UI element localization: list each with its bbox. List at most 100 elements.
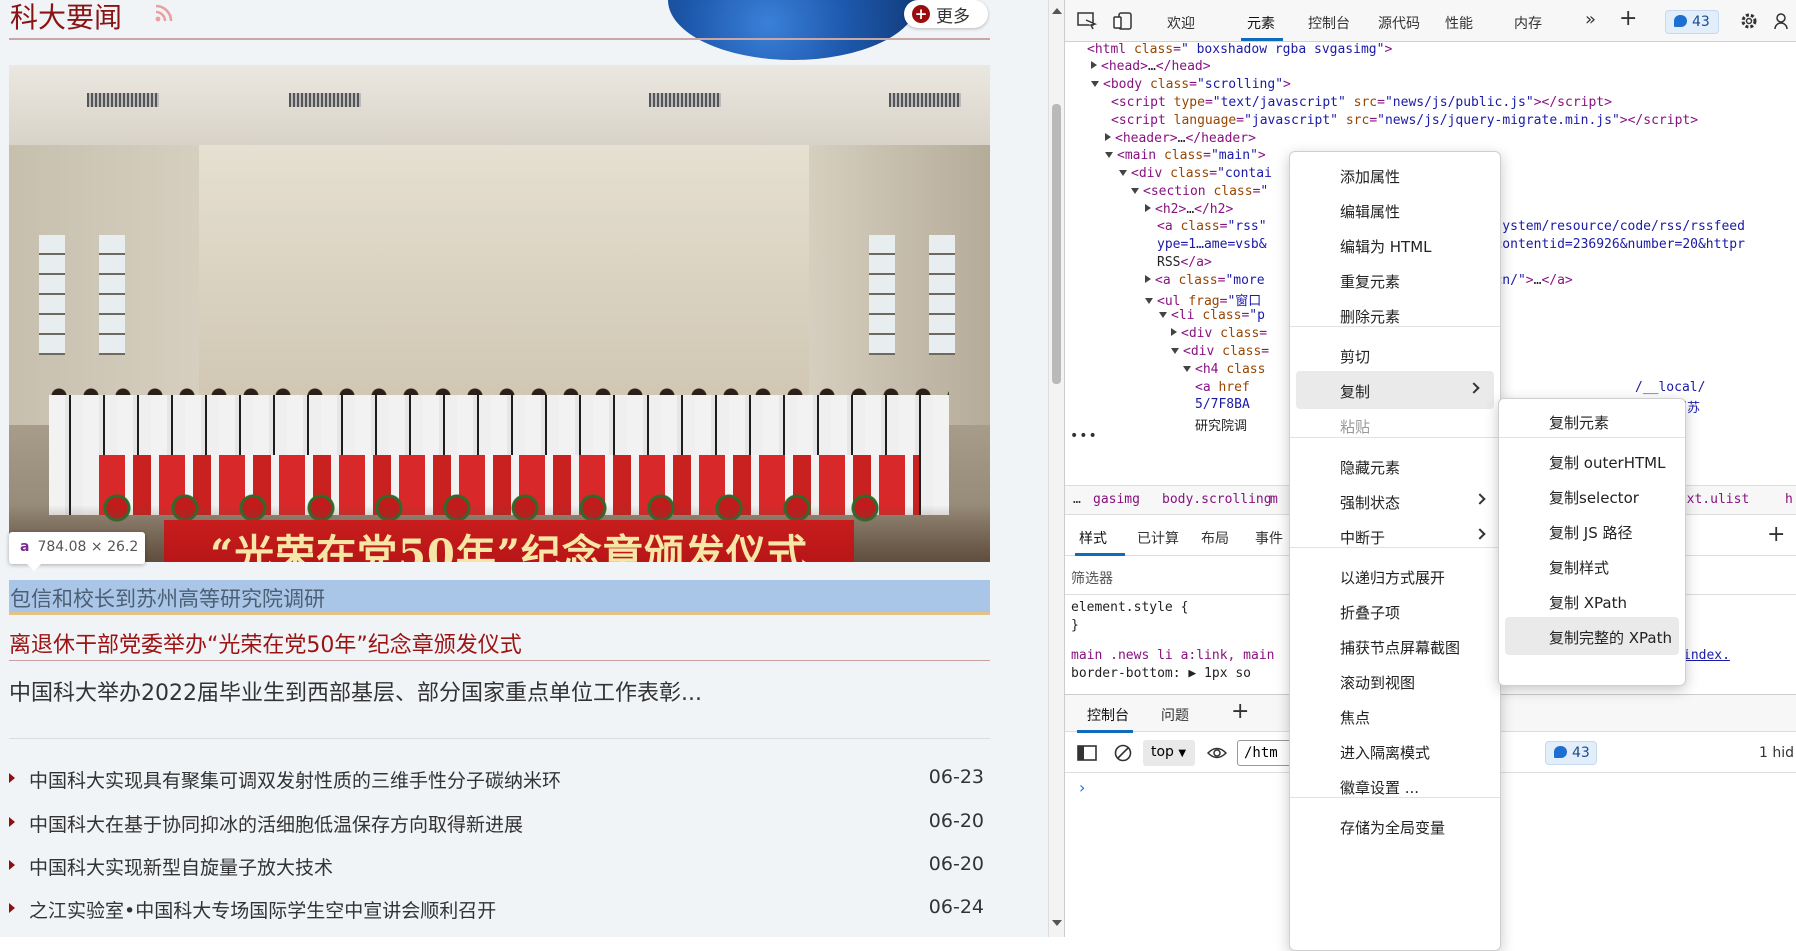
console-prompt-icon[interactable]: › (1079, 778, 1085, 797)
submenu-item[interactable]: 复制 XPath (1499, 582, 1685, 620)
submenu-item[interactable]: 复制 JS 路径 (1499, 512, 1685, 550)
news-link[interactable]: 中国科大举办2022届毕业生到西部基层、部分国家重点单位工作表彰... (9, 675, 702, 707)
context-menu-item[interactable]: 焦点 (1290, 697, 1500, 735)
more-tabs-icon[interactable]: » (1585, 9, 1596, 30)
page-scrollbar[interactable] (1048, 0, 1064, 937)
issues-badge[interactable]: 43 (1665, 10, 1719, 34)
list-item-title[interactable]: 之江实验室•中国科大专场国际学生空中宣讲会顺利召开 (29, 896, 496, 923)
dom-node[interactable]: cn/system/resource/code/rss/rssfeed (1471, 219, 1745, 234)
dom-node[interactable]: RSS</a> (1157, 255, 1212, 270)
list-item[interactable]: 之江实验室•中国科大专场国际学生空中宣讲会顺利召开 06-24 (9, 896, 984, 926)
list-item-title[interactable]: 中国科大实现具有聚集可调双发射性质的三维手性分子碳纳米环 (29, 766, 561, 793)
feedback-icon[interactable] (1773, 12, 1793, 30)
context-menu-item[interactable]: 强制状态 (1290, 482, 1500, 520)
list-item-title[interactable]: 中国科大实现新型自旋量子放大技术 (29, 853, 333, 880)
context-menu-item[interactable]: 复制 (1296, 371, 1494, 409)
style-rule-line[interactable]: border-bottom: ▶ 1px so (1071, 666, 1251, 681)
tab-welcome[interactable]: 欢迎 (1167, 13, 1195, 33)
dom-node[interactable]: <div class="contai (1119, 166, 1272, 181)
dom-node[interactable]: <div class= (1171, 326, 1267, 341)
tab-memory[interactable]: 内存 (1514, 13, 1542, 33)
eye-icon[interactable] (1207, 744, 1227, 762)
tab-console-drawer[interactable]: 控制台 (1087, 705, 1129, 725)
list-item[interactable]: 中国科大实现新型自旋量子放大技术 06-20 (9, 853, 984, 883)
dom-node[interactable]: <main class="main"> (1105, 148, 1266, 163)
dom-node[interactable]: <script type="text/javascript" src="news… (1111, 95, 1612, 110)
context-menu-item[interactable]: 添加属性 (1290, 156, 1500, 194)
submenu-item[interactable]: 复制样式 (1499, 547, 1685, 585)
console-filter-input[interactable]: /htm (1237, 740, 1297, 766)
breadcrumb-item[interactable]: body.scrolling (1162, 492, 1272, 507)
dom-node[interactable]: <header>…</header> (1105, 131, 1256, 146)
scroll-down-icon[interactable] (1052, 920, 1062, 926)
device-toolbar-icon[interactable] (1113, 12, 1133, 30)
scroll-up-icon[interactable] (1052, 8, 1062, 14)
dom-node[interactable]: <ul frag="窗口 (1145, 290, 1261, 309)
context-menu-item[interactable]: 滚动到视图 (1290, 662, 1500, 700)
context-selector[interactable]: top ▼ (1143, 740, 1195, 766)
breadcrumb-more-icon[interactable]: … (1073, 492, 1081, 507)
dom-node[interactable]: <body class="scrolling"> (1091, 77, 1291, 92)
context-menu-item[interactable]: 中断于 (1290, 517, 1500, 555)
context-menu-item[interactable]: 进入隔离模式 (1290, 732, 1500, 770)
dom-node[interactable]: <h2>…</h2> (1145, 202, 1233, 217)
breadcrumb-item[interactable]: h (1785, 492, 1793, 507)
dom-node[interactable]: 研究院调 (1195, 415, 1247, 434)
console-issues-badge[interactable]: 43 (1545, 741, 1597, 765)
dom-ellipsis-icon[interactable]: ••• (1070, 428, 1098, 444)
gear-icon[interactable] (1739, 12, 1759, 30)
tab-event-listeners[interactable]: 事件 (1255, 528, 1283, 548)
submenu-item[interactable]: 复制元素 (1499, 402, 1685, 440)
context-menu-item[interactable]: 隐藏元素 (1290, 447, 1500, 485)
style-source-link[interactable]: index. (1683, 648, 1730, 663)
scroll-thumb[interactable] (1052, 104, 1061, 384)
context-menu-item[interactable]: 编辑属性 (1290, 191, 1500, 229)
highlighted-news-link[interactable]: 包信和校长到苏州高等研究院调研 (9, 580, 990, 615)
tab-elements[interactable]: 元素 (1247, 13, 1275, 33)
tab-styles[interactable]: 样式 (1079, 528, 1107, 548)
tab-performance[interactable]: 性能 (1445, 13, 1473, 33)
dom-node[interactable]: <a class="rss" (1157, 219, 1267, 234)
dom-node[interactable]: <a href (1195, 380, 1250, 395)
dom-node[interactable]: zz&contentid=236926&number=20&httpr (1471, 237, 1745, 252)
context-menu-item[interactable]: 剪切 (1290, 336, 1500, 374)
dom-node[interactable]: <div class= (1171, 344, 1269, 359)
tab-console[interactable]: 控制台 (1308, 13, 1350, 33)
rss-icon[interactable] (154, 3, 174, 23)
context-menu-item[interactable]: 重复元素 (1290, 261, 1500, 299)
context-menu-item[interactable]: 编辑为 HTML (1290, 226, 1500, 264)
news-photo[interactable]: “光荣在党50年”纪念章颁发仪式 (9, 65, 990, 562)
clear-console-icon[interactable] (1113, 744, 1133, 762)
dom-node[interactable]: <html class=" boxshadow rgba svgasimg"> (1087, 42, 1392, 57)
dom-node[interactable]: <script language="javascript" src="news/… (1111, 113, 1698, 128)
list-item[interactable]: 中国科大实现具有聚集可调双发射性质的三维手性分子碳纳米环 06-23 (9, 766, 984, 796)
submenu-item[interactable]: 复制完整的 XPath (1505, 617, 1679, 655)
dom-node[interactable]: /__local/ (1635, 380, 1705, 395)
dom-node[interactable]: <li class="p (1159, 308, 1265, 323)
tab-layout[interactable]: 布局 (1201, 528, 1229, 548)
tab-issues[interactable]: 问题 (1161, 705, 1189, 725)
context-menu-item[interactable]: 徽章设置 ... (1290, 767, 1500, 805)
news-link[interactable]: 离退休干部党委举办“光荣在党50年”纪念章颁发仪式 (9, 627, 522, 659)
new-rule-icon[interactable]: + (1767, 522, 1785, 547)
context-menu-item[interactable]: 折叠子项 (1290, 592, 1500, 630)
submenu-item[interactable]: 复制 outerHTML (1499, 442, 1685, 480)
context-menu-item[interactable]: 存储为全局变量 (1290, 807, 1500, 845)
context-menu-item[interactable]: 删除元素 (1290, 296, 1500, 334)
inspect-icon[interactable] (1077, 12, 1097, 30)
dom-node[interactable]: <head>…</head> (1091, 59, 1211, 74)
more-button[interactable]: + 更多 (904, 0, 988, 28)
dom-node[interactable]: <a class="more (1145, 273, 1265, 288)
dom-node[interactable]: <section class=" (1131, 184, 1268, 199)
breadcrumb-item[interactable]: gasimg (1093, 492, 1140, 507)
add-tab-icon[interactable]: + (1231, 699, 1249, 724)
dom-node[interactable]: 5/7F8BA (1195, 397, 1250, 412)
tab-sources[interactable]: 源代码 (1378, 13, 1420, 33)
dom-node[interactable]: <h4 class (1183, 362, 1265, 377)
sidebar-toggle-icon[interactable] (1077, 744, 1097, 762)
list-item-title[interactable]: 中国科大在基于协同抑冰的活细胞低温保存方向取得新进展 (29, 810, 523, 837)
breadcrumb-item[interactable]: m (1270, 492, 1278, 507)
list-item[interactable]: 中国科大在基于协同抑冰的活细胞低温保存方向取得新进展 06-20 (9, 810, 984, 840)
tab-computed[interactable]: 已计算 (1137, 528, 1179, 548)
context-menu-item[interactable]: 以递归方式展开 (1290, 557, 1500, 595)
